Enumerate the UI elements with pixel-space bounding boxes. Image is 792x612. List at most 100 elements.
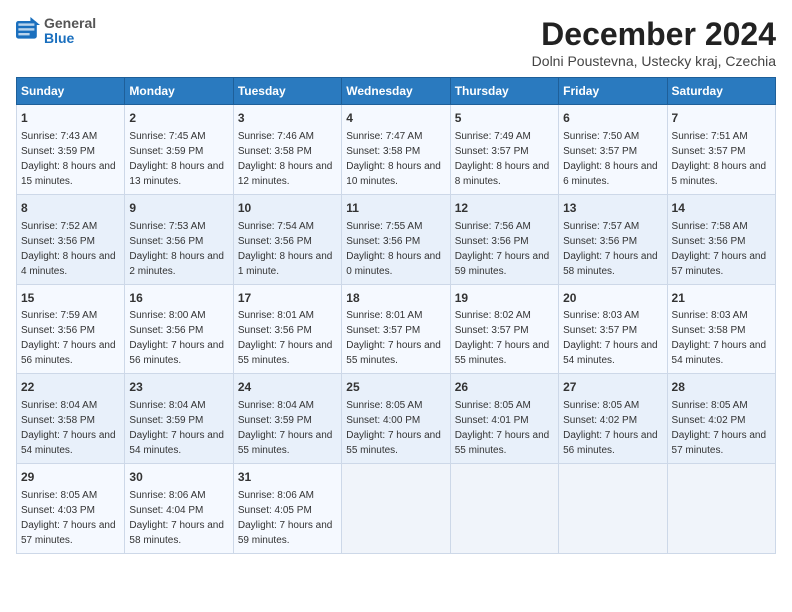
calendar-cell <box>342 464 450 554</box>
sunrise-info: Sunrise: 7:58 AM <box>672 221 748 232</box>
daylight-info: Daylight: 7 hours and 57 minutes. <box>672 251 767 277</box>
sunset-info: Sunset: 4:00 PM <box>346 415 420 426</box>
day-number: 19 <box>455 290 554 307</box>
daylight-info: Daylight: 7 hours and 55 minutes. <box>455 430 550 456</box>
daylight-info: Daylight: 7 hours and 54 minutes. <box>672 340 767 366</box>
day-number: 23 <box>129 379 228 396</box>
day-number: 15 <box>21 290 120 307</box>
daylight-info: Daylight: 7 hours and 58 minutes. <box>563 251 658 277</box>
day-number: 22 <box>21 379 120 396</box>
sunset-info: Sunset: 3:56 PM <box>129 236 203 247</box>
weekday-header-thursday: Thursday <box>450 78 558 105</box>
sunrise-info: Sunrise: 8:02 AM <box>455 310 531 321</box>
sunset-info: Sunset: 4:03 PM <box>21 505 95 516</box>
sunset-info: Sunset: 3:56 PM <box>238 236 312 247</box>
daylight-info: Daylight: 7 hours and 55 minutes. <box>238 430 333 456</box>
sunset-info: Sunset: 3:56 PM <box>129 325 203 336</box>
calendar-cell: 7 Sunrise: 7:51 AM Sunset: 3:57 PM Dayli… <box>667 105 775 195</box>
day-number: 27 <box>563 379 662 396</box>
logo-icon <box>16 17 40 45</box>
sunrise-info: Sunrise: 8:04 AM <box>129 400 205 411</box>
sunrise-info: Sunrise: 7:55 AM <box>346 221 422 232</box>
calendar-cell: 6 Sunrise: 7:50 AM Sunset: 3:57 PM Dayli… <box>559 105 667 195</box>
sunset-info: Sunset: 4:05 PM <box>238 505 312 516</box>
sunset-info: Sunset: 3:56 PM <box>21 236 95 247</box>
daylight-info: Daylight: 8 hours and 0 minutes. <box>346 251 441 277</box>
calendar-cell: 19 Sunrise: 8:02 AM Sunset: 3:57 PM Dayl… <box>450 284 558 374</box>
calendar-cell: 15 Sunrise: 7:59 AM Sunset: 3:56 PM Dayl… <box>17 284 125 374</box>
weekday-header-sunday: Sunday <box>17 78 125 105</box>
sunset-info: Sunset: 3:59 PM <box>21 146 95 157</box>
daylight-info: Daylight: 8 hours and 6 minutes. <box>563 161 658 187</box>
daylight-info: Daylight: 7 hours and 58 minutes. <box>129 520 224 546</box>
daylight-info: Daylight: 7 hours and 59 minutes. <box>455 251 550 277</box>
calendar-cell: 20 Sunrise: 8:03 AM Sunset: 3:57 PM Dayl… <box>559 284 667 374</box>
daylight-info: Daylight: 8 hours and 15 minutes. <box>21 161 116 187</box>
day-number: 5 <box>455 110 554 127</box>
sunset-info: Sunset: 4:01 PM <box>455 415 529 426</box>
calendar-cell: 17 Sunrise: 8:01 AM Sunset: 3:56 PM Dayl… <box>233 284 341 374</box>
day-number: 2 <box>129 110 228 127</box>
daylight-info: Daylight: 8 hours and 5 minutes. <box>672 161 767 187</box>
day-number: 28 <box>672 379 771 396</box>
calendar-week-row: 1 Sunrise: 7:43 AM Sunset: 3:59 PM Dayli… <box>17 105 776 195</box>
header: General Blue December 2024 Dolni Poustev… <box>16 16 776 69</box>
sunrise-info: Sunrise: 8:04 AM <box>238 400 314 411</box>
calendar-cell: 24 Sunrise: 8:04 AM Sunset: 3:59 PM Dayl… <box>233 374 341 464</box>
calendar-cell: 14 Sunrise: 7:58 AM Sunset: 3:56 PM Dayl… <box>667 194 775 284</box>
calendar-cell: 5 Sunrise: 7:49 AM Sunset: 3:57 PM Dayli… <box>450 105 558 195</box>
sunset-info: Sunset: 3:56 PM <box>455 236 529 247</box>
day-number: 14 <box>672 200 771 217</box>
daylight-info: Daylight: 8 hours and 13 minutes. <box>129 161 224 187</box>
calendar-cell: 2 Sunrise: 7:45 AM Sunset: 3:59 PM Dayli… <box>125 105 233 195</box>
calendar-cell: 27 Sunrise: 8:05 AM Sunset: 4:02 PM Dayl… <box>559 374 667 464</box>
calendar-cell: 23 Sunrise: 8:04 AM Sunset: 3:59 PM Dayl… <box>125 374 233 464</box>
calendar-cell: 22 Sunrise: 8:04 AM Sunset: 3:58 PM Dayl… <box>17 374 125 464</box>
sunset-info: Sunset: 4:04 PM <box>129 505 203 516</box>
sunrise-info: Sunrise: 8:01 AM <box>346 310 422 321</box>
daylight-info: Daylight: 8 hours and 8 minutes. <box>455 161 550 187</box>
calendar-cell <box>559 464 667 554</box>
calendar-week-row: 15 Sunrise: 7:59 AM Sunset: 3:56 PM Dayl… <box>17 284 776 374</box>
calendar-cell: 31 Sunrise: 8:06 AM Sunset: 4:05 PM Dayl… <box>233 464 341 554</box>
sunrise-info: Sunrise: 8:05 AM <box>672 400 748 411</box>
day-number: 20 <box>563 290 662 307</box>
day-number: 11 <box>346 200 445 217</box>
daylight-info: Daylight: 7 hours and 54 minutes. <box>563 340 658 366</box>
calendar-cell: 8 Sunrise: 7:52 AM Sunset: 3:56 PM Dayli… <box>17 194 125 284</box>
daylight-info: Daylight: 8 hours and 1 minute. <box>238 251 333 277</box>
sunset-info: Sunset: 3:59 PM <box>129 415 203 426</box>
sunset-info: Sunset: 3:56 PM <box>563 236 637 247</box>
sunset-info: Sunset: 3:56 PM <box>346 236 420 247</box>
sunset-info: Sunset: 3:59 PM <box>129 146 203 157</box>
calendar-cell: 25 Sunrise: 8:05 AM Sunset: 4:00 PM Dayl… <box>342 374 450 464</box>
sunset-info: Sunset: 3:57 PM <box>563 325 637 336</box>
calendar-week-row: 29 Sunrise: 8:05 AM Sunset: 4:03 PM Dayl… <box>17 464 776 554</box>
day-number: 30 <box>129 469 228 486</box>
calendar-cell: 10 Sunrise: 7:54 AM Sunset: 3:56 PM Dayl… <box>233 194 341 284</box>
sunset-info: Sunset: 3:58 PM <box>238 146 312 157</box>
sunrise-info: Sunrise: 8:05 AM <box>455 400 531 411</box>
sunrise-info: Sunrise: 7:51 AM <box>672 131 748 142</box>
sunrise-info: Sunrise: 8:05 AM <box>563 400 639 411</box>
sunrise-info: Sunrise: 8:05 AM <box>346 400 422 411</box>
day-number: 9 <box>129 200 228 217</box>
calendar-cell: 26 Sunrise: 8:05 AM Sunset: 4:01 PM Dayl… <box>450 374 558 464</box>
day-number: 26 <box>455 379 554 396</box>
day-number: 24 <box>238 379 337 396</box>
sunset-info: Sunset: 4:02 PM <box>563 415 637 426</box>
daylight-info: Daylight: 8 hours and 12 minutes. <box>238 161 333 187</box>
logo-general-text: General <box>44 16 96 31</box>
calendar-cell: 18 Sunrise: 8:01 AM Sunset: 3:57 PM Dayl… <box>342 284 450 374</box>
weekday-header-monday: Monday <box>125 78 233 105</box>
day-number: 16 <box>129 290 228 307</box>
sunrise-info: Sunrise: 8:04 AM <box>21 400 97 411</box>
sunrise-info: Sunrise: 8:00 AM <box>129 310 205 321</box>
calendar-cell: 13 Sunrise: 7:57 AM Sunset: 3:56 PM Dayl… <box>559 194 667 284</box>
sunrise-info: Sunrise: 7:47 AM <box>346 131 422 142</box>
weekday-header-friday: Friday <box>559 78 667 105</box>
day-number: 10 <box>238 200 337 217</box>
sunrise-info: Sunrise: 7:46 AM <box>238 131 314 142</box>
daylight-info: Daylight: 7 hours and 56 minutes. <box>563 430 658 456</box>
day-number: 7 <box>672 110 771 127</box>
